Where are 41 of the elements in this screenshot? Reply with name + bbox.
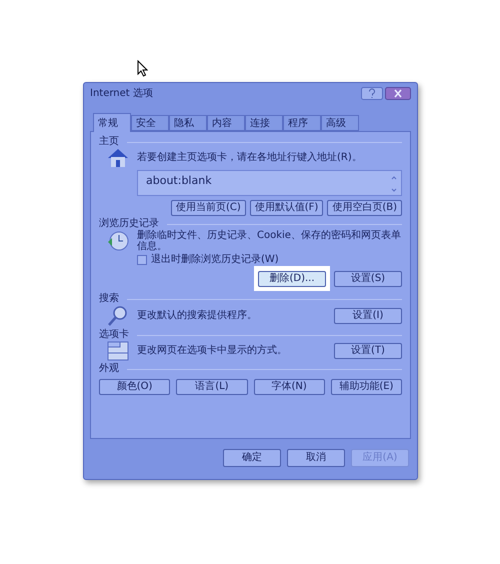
tab[interactable]: 隐私 — [169, 115, 207, 131]
scroll-arrows-icon — [391, 175, 397, 193]
section-description: 若要创建主页选项卡，请在各地址行键入地址(R)。 — [137, 152, 362, 164]
help-icon[interactable] — [361, 86, 383, 100]
tab[interactable]: 内容 — [207, 115, 245, 131]
window-title: Internet 选项 — [90, 86, 154, 100]
tab[interactable]: 安全 — [131, 115, 169, 131]
appearance-button[interactable]: 颜色(O) — [99, 379, 170, 395]
homepage-button[interactable]: 使用空白页(B) — [327, 200, 402, 216]
section-heading: 主页 — [99, 136, 119, 148]
dialog-button[interactable]: 取消 — [287, 449, 345, 467]
section-heading: 选项卡 — [99, 329, 129, 341]
house-icon — [107, 148, 129, 168]
dialog-button[interactable]: 确定 — [223, 449, 281, 467]
checkbox-label: 退出时删除浏览历史记录(W) — [151, 254, 279, 266]
section-description: 更改网页在选项卡中显示的方式。 — [137, 345, 288, 357]
tab[interactable]: 程序 — [283, 115, 321, 131]
homepage-button[interactable]: 使用当前页(C) — [170, 200, 246, 216]
close-icon[interactable] — [385, 86, 411, 100]
appearance-button[interactable]: 语言(L) — [176, 379, 248, 395]
tab[interactable]: 常规 — [93, 113, 131, 132]
tab[interactable]: 高级 — [321, 115, 359, 131]
section-heading: 浏览历史记录 — [99, 218, 159, 230]
tab[interactable]: 连接 — [245, 115, 283, 131]
history-button[interactable]: 设置(S) — [334, 271, 402, 287]
settings-button[interactable]: 设置(I) — [334, 308, 402, 324]
appearance-button[interactable]: 辅助功能(E) — [330, 379, 402, 395]
appearance-button[interactable]: 字体(N) — [254, 379, 325, 395]
mouse-cursor-icon — [137, 60, 148, 77]
homepage-button[interactable]: 使用默认值(F) — [250, 200, 324, 216]
tabs-icon — [107, 341, 129, 361]
section-heading: 外观 — [99, 363, 119, 375]
clock-icon — [107, 230, 129, 252]
history-button[interactable]: 删除(D)... — [258, 271, 326, 287]
section-description: 删除临时文件、历史记录、Cookie、保存的密码和网页表单信息。 — [137, 230, 402, 252]
section-description: 更改默认的搜索提供程序。 — [137, 310, 258, 322]
checkbox[interactable] — [137, 255, 147, 265]
section-heading: 搜索 — [99, 293, 119, 305]
url-field[interactable]: about:blank — [137, 170, 402, 196]
magnifier-icon — [107, 305, 129, 327]
settings-button[interactable]: 设置(T) — [334, 343, 402, 359]
